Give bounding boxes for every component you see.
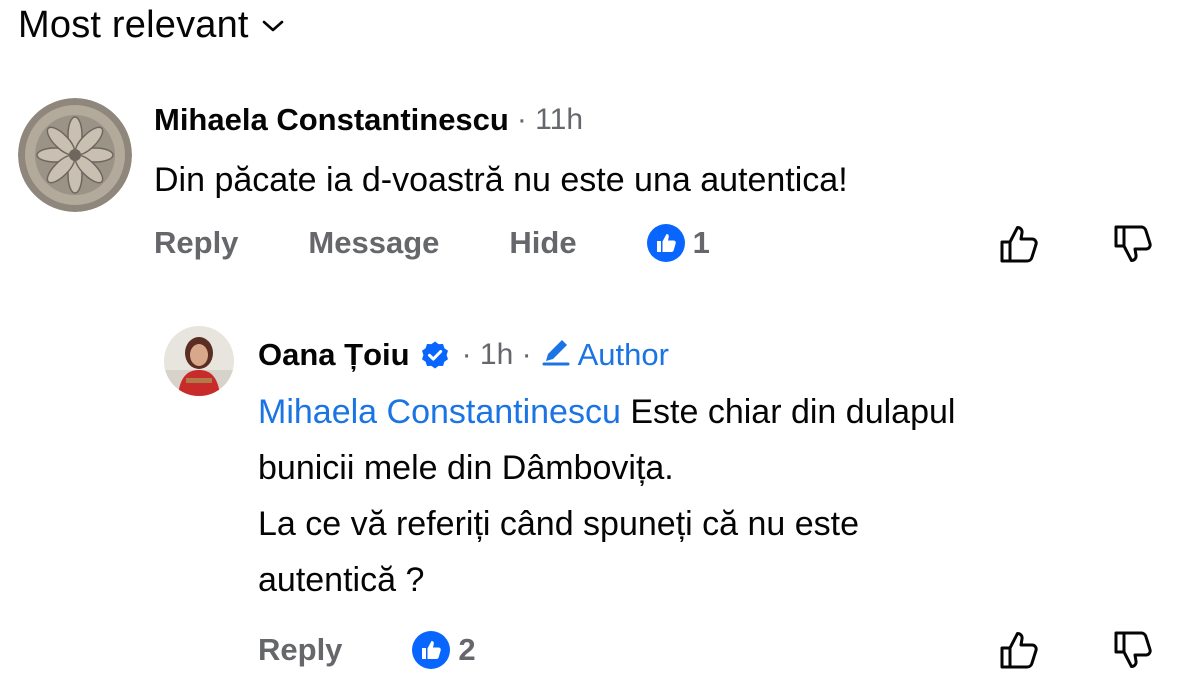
upvote-icon[interactable] [998,628,1042,672]
chevron-down-icon [261,18,285,34]
reply-line: La ce vă referiți când spuneți că nu est… [258,505,860,543]
reply-time[interactable]: · 1h · [462,338,532,372]
mention-link[interactable]: Mihaela Constantinescu [258,393,621,431]
reaction-summary[interactable]: 1 [646,224,710,262]
sort-label: Most relevant [18,4,249,46]
comment-actions: Reply Message Hide 1 [154,224,710,262]
reply-line: Mihaela Constantinescu Este chiar din du… [258,384,955,440]
message-button[interactable]: Message [308,225,439,261]
reply-line-text: Este chiar din dulapul [630,393,956,431]
upvote-icon[interactable] [998,222,1042,266]
downvote-icon[interactable] [1112,628,1156,672]
sort-dropdown[interactable]: Most relevant [18,4,285,47]
pencil-icon [540,335,572,375]
downvote-icon[interactable] [1112,222,1156,266]
comment-text: Din păcate ia d-voastră nu este una aute… [154,161,848,199]
avatar[interactable] [18,98,132,212]
avatar[interactable] [164,326,234,396]
reply-text: Mihaela Constantinescu Este chiar din du… [258,384,955,608]
like-reaction-icon [412,631,451,669]
reply-line: bunicii mele din Dâmbovița. [258,449,674,487]
comment-author[interactable]: Mihaela Constantinescu [154,102,509,138]
verified-badge-icon [420,340,450,370]
reply-line: autentică ? [258,561,425,599]
comment-time[interactable]: · 11h [517,103,583,137]
comment-header: Mihaela Constantinescu · 11h [154,102,583,138]
reaction-count: 2 [458,632,476,667]
hide-button[interactable]: Hide [509,225,576,261]
author-badge: Author [540,335,669,375]
like-reaction-icon [646,224,685,262]
reply-button[interactable]: Reply [154,225,238,261]
comments-panel: Most relevant Mihaela Constantinescu · 1… [0,0,1200,675]
reply-header: Oana Țoiu · 1h · Author [258,335,669,375]
reaction-count: 1 [692,225,710,260]
reaction-summary[interactable]: 2 [412,631,476,669]
reply-button[interactable]: Reply [258,632,342,668]
reply-actions: Reply 2 [258,631,476,669]
author-badge-label: Author [577,337,669,372]
reply-author[interactable]: Oana Țoiu [258,337,410,373]
